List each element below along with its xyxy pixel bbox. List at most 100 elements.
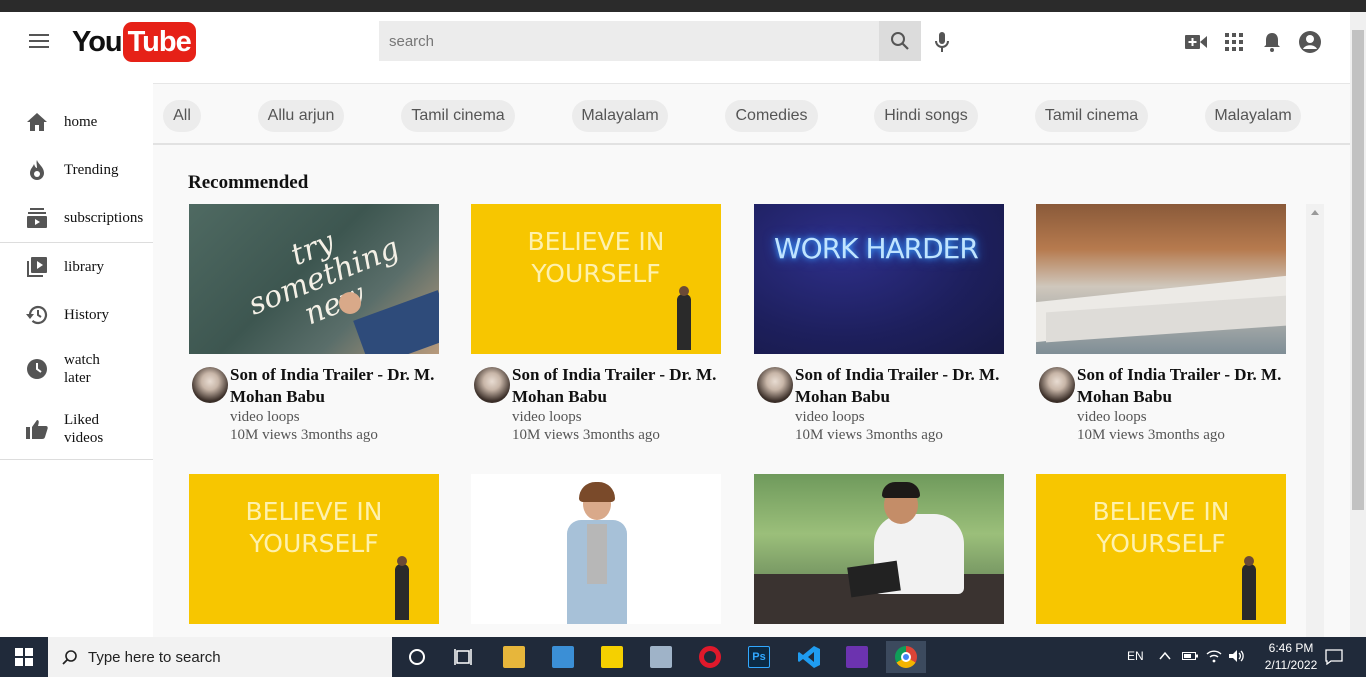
hand-graphic bbox=[339, 292, 361, 314]
sidebar-divider bbox=[0, 242, 153, 243]
sidebar-item-home[interactable]: home bbox=[0, 110, 153, 134]
wifi-icon[interactable] bbox=[1206, 649, 1222, 665]
inner-scrollbar[interactable] bbox=[1306, 204, 1324, 637]
chip-all[interactable]: All bbox=[163, 100, 201, 132]
sidebar-item-watch-later[interactable]: watch later bbox=[0, 350, 153, 388]
task-view-icon[interactable] bbox=[443, 641, 483, 673]
bell-icon[interactable] bbox=[1260, 30, 1284, 54]
video-thumbnail[interactable]: WORK HARDER bbox=[754, 204, 1004, 354]
video-channel[interactable]: video loops bbox=[230, 409, 300, 426]
search-button[interactable] bbox=[879, 21, 921, 61]
hair-graphic bbox=[579, 482, 615, 502]
video-card[interactable]: BELIEVE IN YOURSELF bbox=[1036, 474, 1286, 637]
sidebar-item-label: Liked videos bbox=[64, 412, 104, 446]
video-thumbnail[interactable]: BELIEVE IN YOURSELF bbox=[471, 204, 721, 354]
main-content: All Allu arjun Tamil cinema Malayalam Co… bbox=[153, 84, 1350, 637]
video-card[interactable]: BELIEVE IN YOURSELF Son of India Trailer… bbox=[471, 204, 721, 449]
video-meta: 10M views 3months ago bbox=[795, 427, 943, 443]
create-video-icon[interactable] bbox=[1184, 30, 1208, 54]
video-channel[interactable]: video loops bbox=[795, 409, 865, 426]
file-explorer-icon[interactable] bbox=[494, 641, 534, 673]
video-title[interactable]: Son of India Trailer - Dr. M. Mohan Babu bbox=[512, 364, 722, 408]
language-indicator[interactable]: EN bbox=[1127, 649, 1144, 663]
video-channel[interactable]: video loops bbox=[512, 409, 582, 426]
video-card[interactable]: Son of India Trailer - Dr. M. Mohan Babu… bbox=[1036, 204, 1286, 449]
video-thumbnail[interactable]: BELIEVE IN YOURSELF bbox=[189, 474, 439, 624]
window-top-strip bbox=[0, 0, 1366, 12]
sidebar: home Trending subscriptions library Hist… bbox=[0, 84, 153, 637]
hamburger-menu-icon[interactable] bbox=[29, 34, 49, 48]
chip-tamil-cinema[interactable]: Tamil cinema bbox=[401, 100, 515, 132]
sidebar-item-label: home bbox=[64, 114, 98, 130]
person-head-graphic bbox=[397, 556, 407, 566]
control-panel-icon[interactable] bbox=[543, 641, 583, 673]
thumbnail-text: BELIEVE IN YOURSELF bbox=[245, 497, 383, 558]
channel-avatar[interactable] bbox=[1039, 367, 1075, 403]
start-button[interactable] bbox=[0, 637, 48, 677]
subscriptions-icon bbox=[25, 206, 49, 230]
video-channel[interactable]: video loops bbox=[1077, 409, 1147, 426]
chevron-up-icon[interactable] bbox=[1158, 649, 1174, 665]
apps-grid-icon[interactable] bbox=[1222, 30, 1246, 54]
person-graphic bbox=[677, 294, 691, 350]
youtube-logo[interactable]: You Tube bbox=[72, 22, 196, 62]
chrome-icon[interactable] bbox=[886, 641, 926, 673]
video-card[interactable]: BELIEVE IN YOURSELF bbox=[189, 474, 439, 637]
sticky-notes-icon[interactable] bbox=[592, 641, 632, 673]
video-card[interactable] bbox=[471, 474, 721, 637]
sidebar-item-library[interactable]: library bbox=[0, 255, 153, 279]
calculator-icon[interactable] bbox=[641, 641, 681, 673]
video-title[interactable]: Son of India Trailer - Dr. M. Mohan Babu bbox=[1077, 364, 1287, 408]
library-icon bbox=[25, 255, 49, 279]
video-title[interactable]: Son of India Trailer - Dr. M. Mohan Babu bbox=[795, 364, 1005, 408]
scroll-up-arrow-icon[interactable] bbox=[1311, 210, 1319, 215]
cortana-icon[interactable] bbox=[397, 641, 437, 673]
chip-bar: All Allu arjun Tamil cinema Malayalam Co… bbox=[153, 84, 1350, 145]
thumbnail-text: WORK HARDER bbox=[774, 232, 979, 265]
home-icon bbox=[25, 110, 49, 134]
chip-tamil-cinema-2[interactable]: Tamil cinema bbox=[1035, 100, 1148, 132]
channel-avatar[interactable] bbox=[192, 367, 228, 403]
video-thumbnail[interactable]: try something new bbox=[189, 204, 439, 354]
mic-icon[interactable] bbox=[932, 30, 952, 54]
video-card[interactable]: try something new Son of India Trailer -… bbox=[189, 204, 439, 449]
sidebar-item-subscriptions[interactable]: subscriptions bbox=[0, 206, 153, 230]
page-scrollbar-thumb[interactable] bbox=[1352, 30, 1364, 510]
chip-allu-arjun[interactable]: Allu arjun bbox=[258, 100, 344, 132]
channel-avatar[interactable] bbox=[757, 367, 793, 403]
section-title: Recommended bbox=[188, 172, 309, 193]
video-thumbnail[interactable]: BELIEVE IN YOURSELF bbox=[1036, 474, 1286, 624]
video-card[interactable]: WORK HARDER Son of India Trailer - Dr. M… bbox=[754, 204, 1004, 449]
notifications-icon[interactable] bbox=[1325, 649, 1343, 666]
visual-studio-icon[interactable] bbox=[837, 641, 877, 673]
windows-taskbar: Type here to search Ps EN 6:46 PM 2/11/2… bbox=[0, 637, 1366, 677]
search-input[interactable] bbox=[379, 21, 879, 61]
account-avatar-icon[interactable] bbox=[1298, 30, 1322, 54]
taskbar-search[interactable]: Type here to search bbox=[48, 637, 392, 677]
person-graphic bbox=[395, 564, 409, 620]
clock-time[interactable]: 6:46 PM bbox=[1261, 641, 1321, 655]
video-title[interactable]: Son of India Trailer - Dr. M. Mohan Babu bbox=[230, 364, 440, 408]
history-icon bbox=[25, 303, 49, 327]
video-thumbnail[interactable] bbox=[754, 474, 1004, 624]
chip-hindi-songs[interactable]: Hindi songs bbox=[874, 100, 978, 132]
channel-avatar[interactable] bbox=[474, 367, 510, 403]
battery-icon[interactable] bbox=[1182, 649, 1198, 665]
sidebar-item-label: watch later bbox=[64, 352, 100, 386]
sidebar-item-history[interactable]: History bbox=[0, 303, 153, 327]
volume-icon[interactable] bbox=[1229, 649, 1245, 665]
sidebar-item-trending[interactable]: Trending bbox=[0, 158, 153, 182]
chip-comedies[interactable]: Comedies bbox=[725, 100, 818, 132]
photoshop-icon[interactable]: Ps bbox=[739, 641, 779, 673]
clock-date[interactable]: 2/11/2022 bbox=[1253, 658, 1329, 672]
video-thumbnail[interactable] bbox=[1036, 204, 1286, 354]
chip-malayalam[interactable]: Malayalam bbox=[572, 100, 668, 132]
video-thumbnail[interactable] bbox=[471, 474, 721, 624]
video-card[interactable] bbox=[754, 474, 1004, 637]
logo-you-text: You bbox=[72, 25, 123, 58]
thumbnail-text: BELIEVE IN YOURSELF bbox=[527, 227, 665, 288]
sidebar-item-liked-videos[interactable]: Liked videos bbox=[0, 410, 153, 448]
chip-malayalam-2[interactable]: Malayalam bbox=[1205, 100, 1301, 132]
vscode-icon[interactable] bbox=[789, 641, 829, 673]
opera-browser-icon[interactable] bbox=[690, 641, 730, 673]
